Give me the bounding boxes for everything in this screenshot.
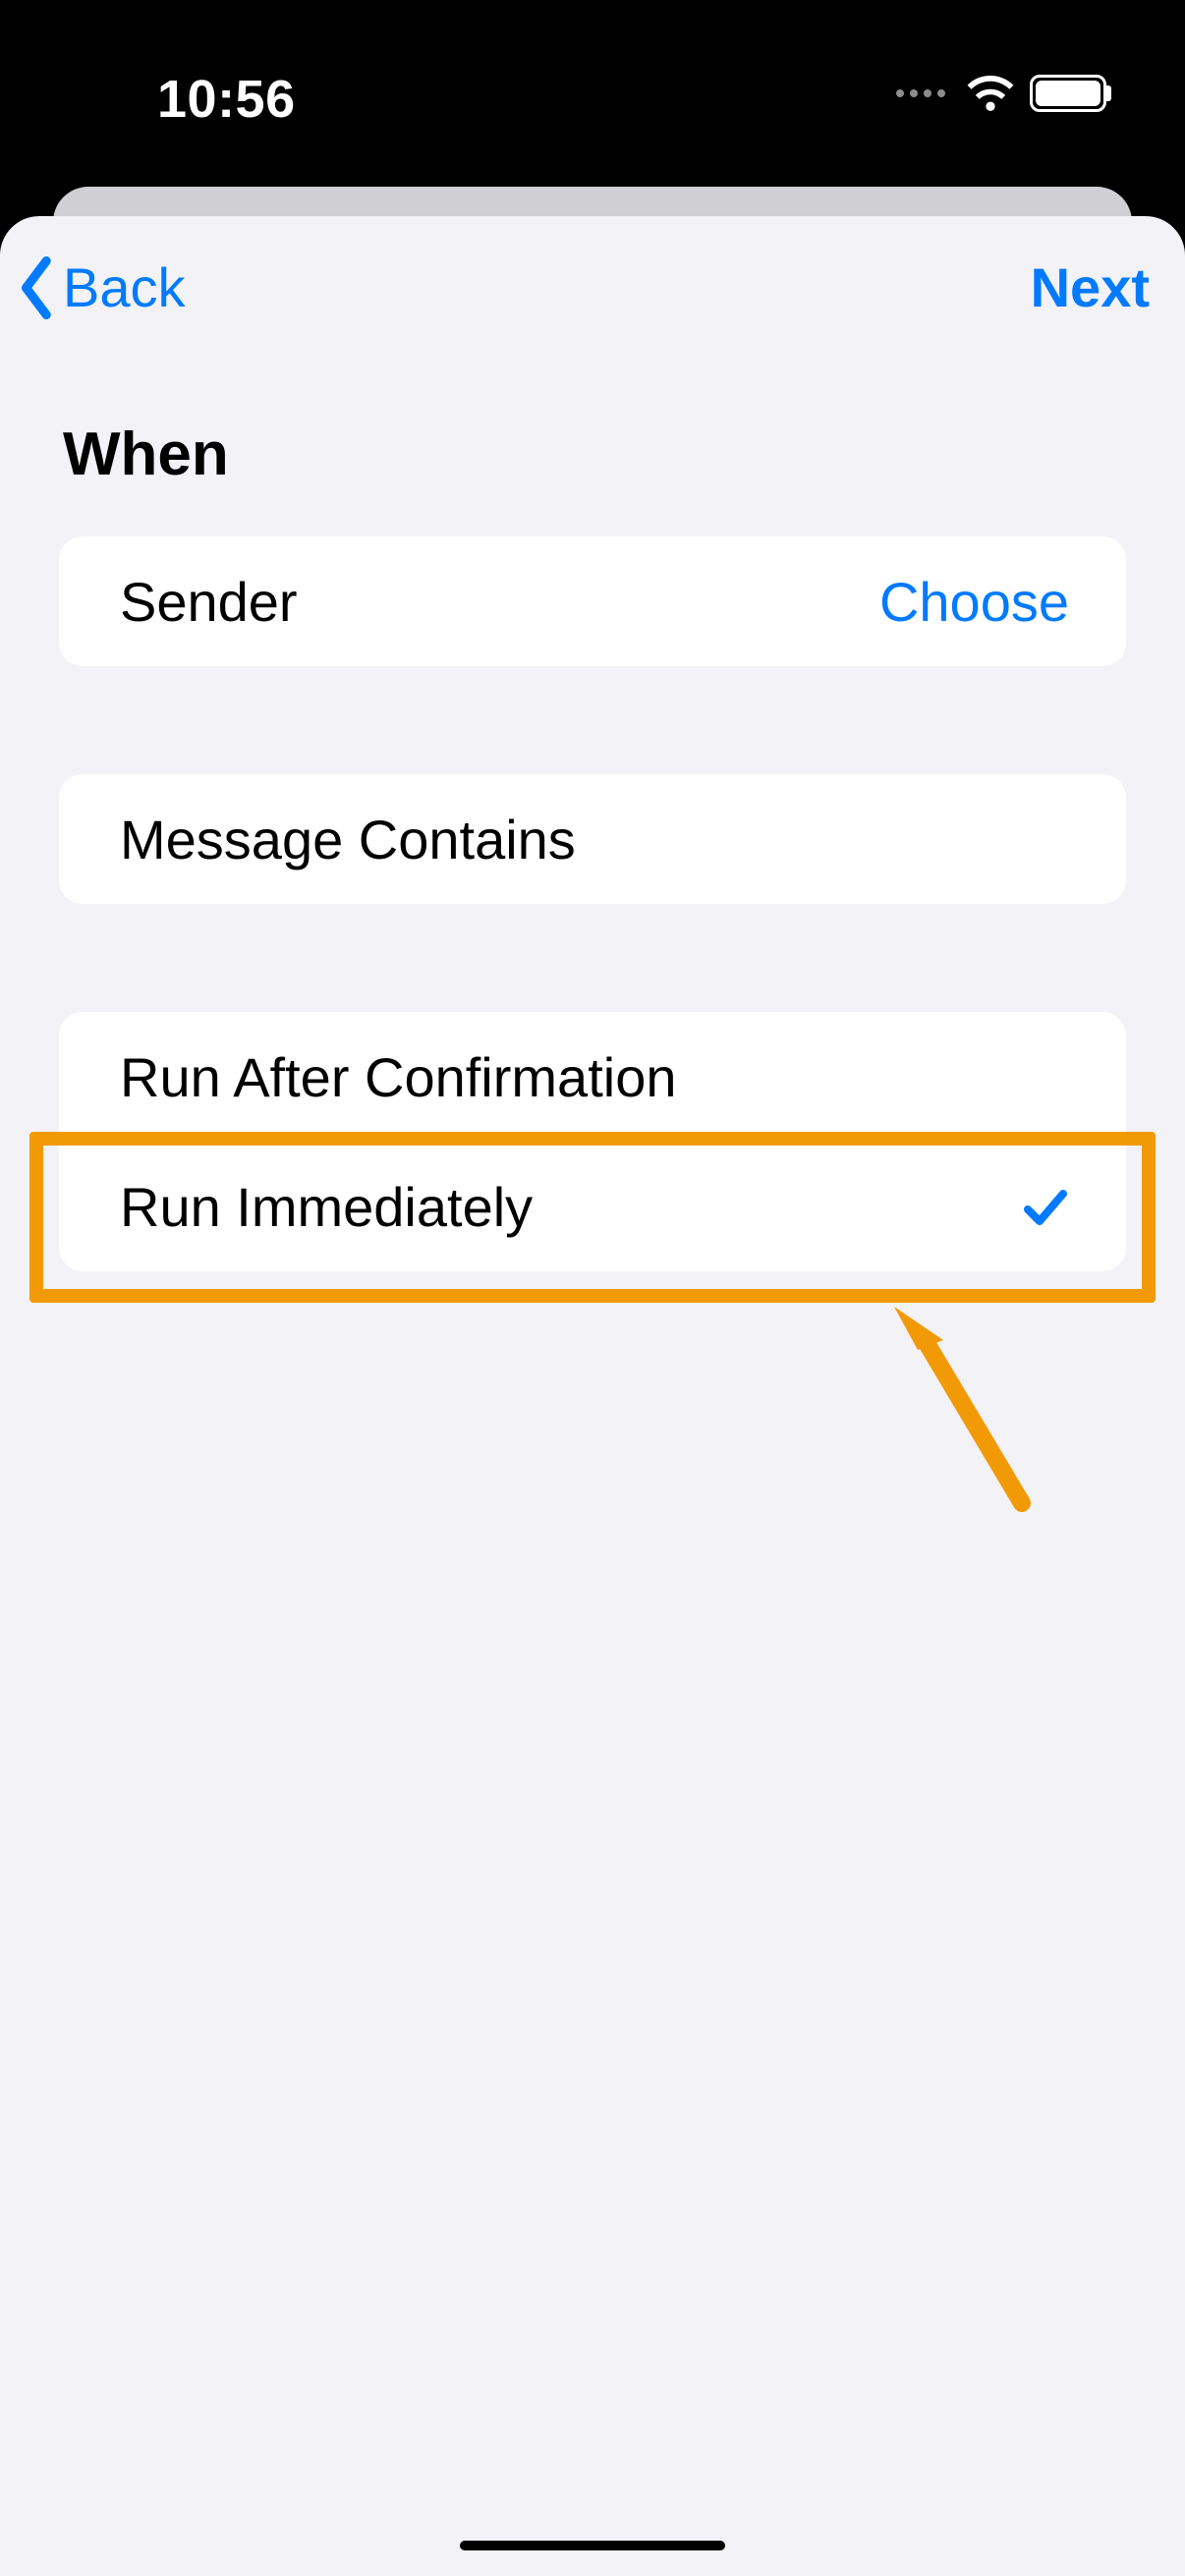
page-title: When <box>0 343 1185 509</box>
group-sender: Sender Choose <box>59 536 1126 666</box>
wifi-icon <box>965 75 1016 112</box>
row-label: Run Immediately <box>120 1175 533 1239</box>
modal-sheet: Back Next When Sender Choose Message Con… <box>0 216 1185 2576</box>
back-label: Back <box>63 255 186 319</box>
group-run-mode: Run After Confirmation Run Immediately <box>59 1012 1126 1271</box>
row-sender[interactable]: Sender Choose <box>59 536 1126 666</box>
row-label: Sender <box>120 570 298 634</box>
status-bar: 10:56 <box>0 0 1185 108</box>
back-button[interactable]: Back <box>18 255 186 319</box>
chevron-left-icon <box>18 256 57 319</box>
choose-button[interactable]: Choose <box>879 570 1069 634</box>
checkmark-icon <box>1022 1186 1069 1229</box>
status-right <box>896 75 1106 112</box>
status-time: 10:56 <box>157 69 296 130</box>
group-message-contains: Message Contains <box>59 774 1126 904</box>
row-label: Run After Confirmation <box>120 1045 676 1109</box>
navigation-bar: Back Next <box>0 216 1185 343</box>
row-label: Message Contains <box>120 808 576 871</box>
row-message-contains[interactable]: Message Contains <box>59 774 1126 904</box>
row-run-immediately[interactable]: Run Immediately <box>59 1142 1126 1271</box>
recording-dots-icon <box>896 89 945 97</box>
row-run-after-confirmation[interactable]: Run After Confirmation <box>59 1012 1126 1142</box>
home-indicator <box>460 2541 725 2550</box>
battery-icon <box>1030 75 1106 112</box>
next-button[interactable]: Next <box>1031 255 1150 319</box>
